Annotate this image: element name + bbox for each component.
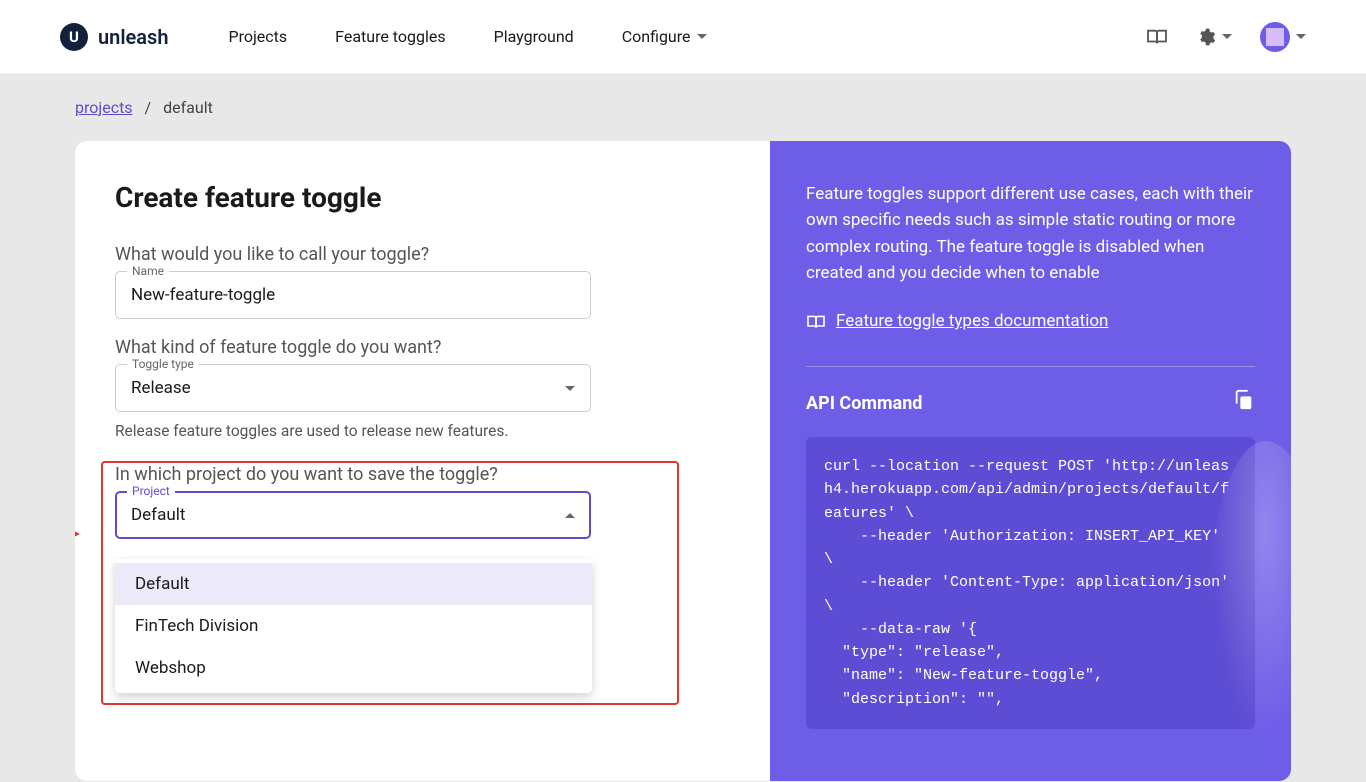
chevron-down-icon — [565, 386, 575, 391]
doc-link[interactable]: Feature toggle types documentation — [806, 308, 1108, 334]
settings-icon[interactable] — [1196, 27, 1232, 47]
chevron-down-icon — [1222, 34, 1232, 39]
type-select[interactable]: Release — [115, 364, 591, 412]
topbar: U unleash Projects Feature toggles Playg… — [0, 0, 1366, 74]
name-label: Name — [127, 264, 169, 278]
user-menu[interactable] — [1260, 22, 1306, 52]
topbar-right — [1146, 22, 1306, 52]
avatar — [1260, 22, 1290, 52]
project-option-fintech[interactable]: FinTech Division — [115, 605, 592, 647]
project-dropdown-menu: Default FinTech Division Webshop — [115, 559, 592, 693]
chevron-down-icon — [697, 34, 707, 39]
form-panel: Create feature toggle What would you lik… — [75, 141, 770, 781]
help-panel: Feature toggles support different use ca… — [770, 141, 1291, 781]
chevron-down-icon — [1296, 34, 1306, 39]
api-title: API Command — [806, 390, 922, 418]
api-header: API Command — [806, 389, 1255, 419]
main-panel: Create feature toggle What would you lik… — [75, 141, 1291, 781]
project-select[interactable]: Default — [115, 491, 591, 539]
page-title: Create feature toggle — [115, 181, 730, 214]
project-option-default[interactable]: Default — [115, 563, 592, 605]
type-helper: Release feature toggles are used to rele… — [115, 422, 730, 440]
nav-configure[interactable]: Configure — [622, 27, 707, 46]
breadcrumb-separator: / — [145, 98, 152, 117]
nav-playground[interactable]: Playground — [494, 27, 574, 46]
breadcrumb-current: default — [163, 98, 213, 117]
name-question: What would you like to call your toggle? — [115, 244, 730, 265]
project-question: In which project do you want to save the… — [115, 464, 730, 485]
chevron-up-icon — [565, 513, 575, 518]
docs-icon[interactable] — [1146, 28, 1168, 46]
book-icon — [806, 314, 826, 330]
copy-icon[interactable] — [1233, 389, 1255, 419]
nav-projects[interactable]: Projects — [228, 27, 287, 46]
brand-logo[interactable]: U unleash — [60, 23, 168, 51]
type-field-wrap: Toggle type Release — [115, 364, 730, 412]
nav-feature-toggles[interactable]: Feature toggles — [335, 27, 445, 46]
page-body: projects / default Create feature toggle… — [0, 74, 1366, 781]
breadcrumb-projects[interactable]: projects — [75, 98, 133, 117]
project-field-wrap: Project Default — [115, 491, 730, 539]
name-field-wrap: Name New-feature-toggle — [115, 271, 730, 319]
api-code-block[interactable]: curl --location --request POST 'http://u… — [806, 437, 1255, 729]
breadcrumb: projects / default — [75, 98, 1291, 117]
annotation-arrow-icon — [75, 527, 80, 541]
type-question: What kind of feature toggle do you want? — [115, 337, 730, 358]
name-input[interactable]: New-feature-toggle — [115, 271, 591, 319]
project-option-webshop[interactable]: Webshop — [115, 647, 592, 689]
type-label: Toggle type — [127, 357, 199, 371]
divider — [806, 366, 1255, 367]
main-nav: Projects Feature toggles Playground Conf… — [228, 27, 706, 46]
logo-text: unleash — [98, 25, 168, 49]
project-label: Project — [127, 484, 175, 498]
help-description: Feature toggles support different use ca… — [806, 181, 1255, 286]
logo-icon: U — [60, 23, 88, 51]
